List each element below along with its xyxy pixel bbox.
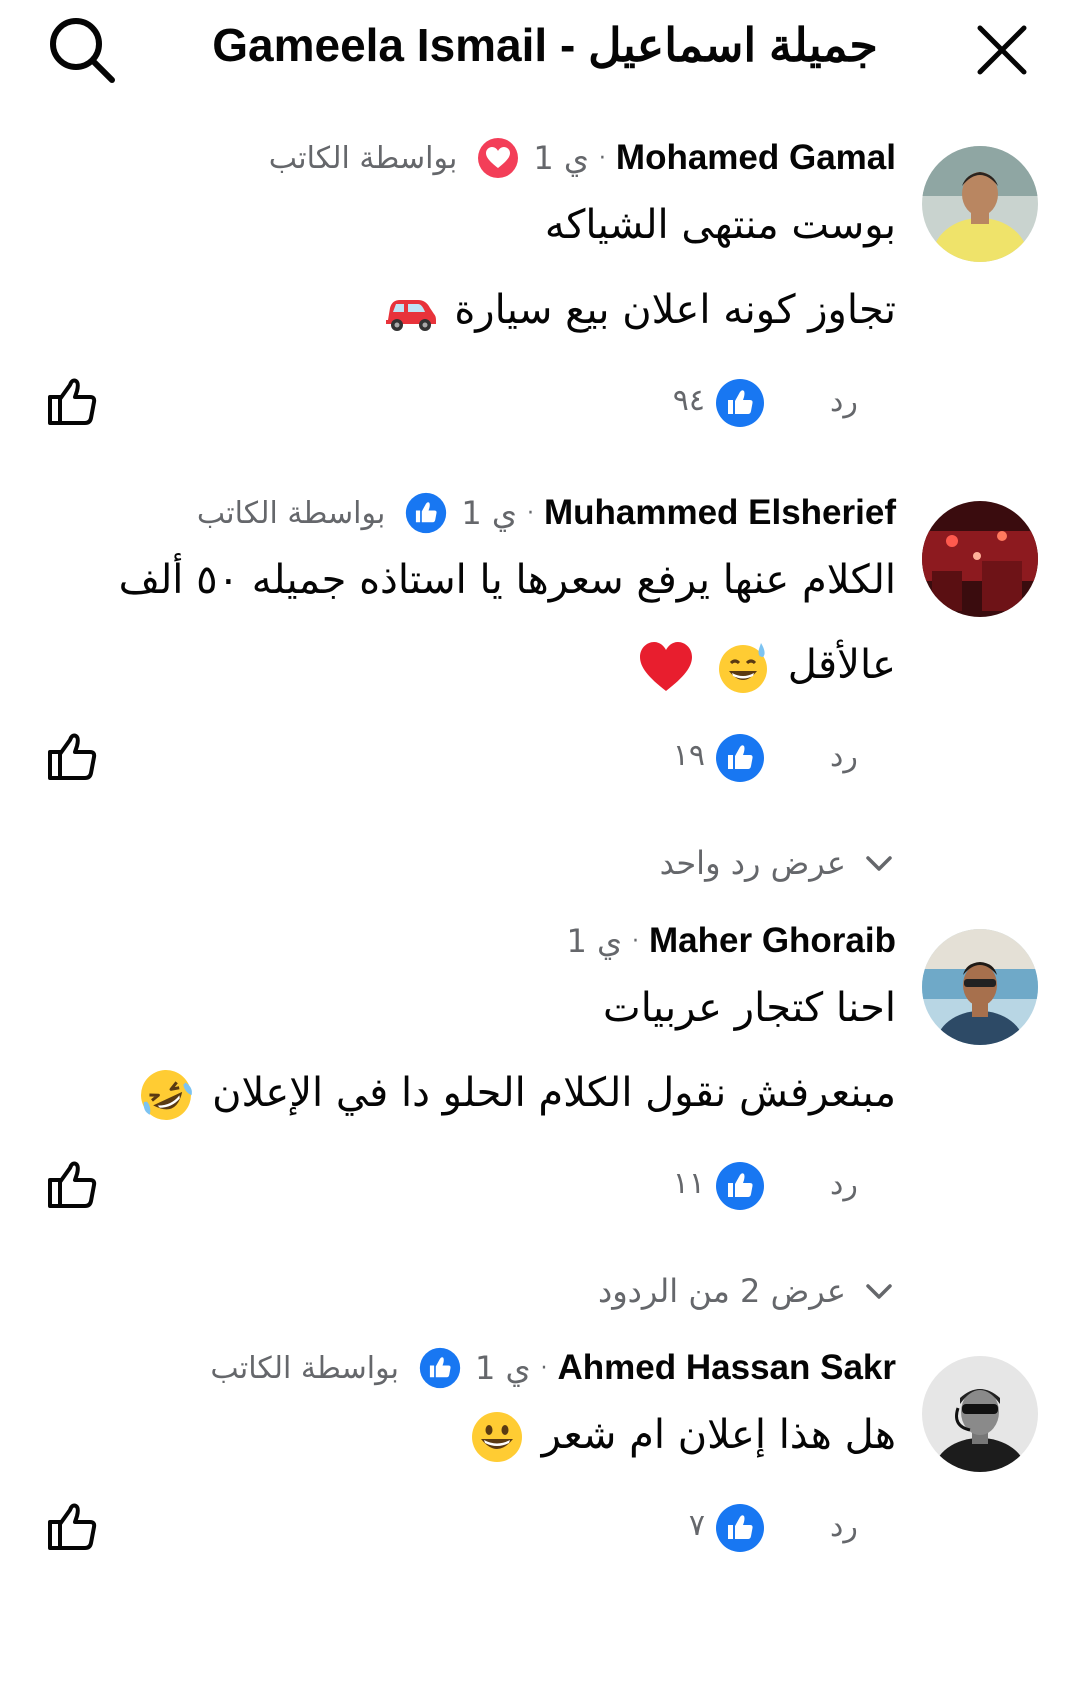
view-replies-button[interactable]: عرض 2 من الردود	[598, 1263, 896, 1319]
separator-dot: ·	[632, 928, 640, 954]
comment-actions: ١٩ رد	[0, 725, 1078, 795]
thumbs-up-icon[interactable]	[46, 730, 98, 782]
comment-actions: ٧ رد	[0, 1495, 1078, 1565]
comment-text: احنا كتجار عربيات	[603, 985, 896, 1031]
reply-button[interactable]: رد	[830, 739, 858, 774]
view-replies-label: عرض 2 من الردود	[597, 1272, 846, 1310]
avatar[interactable]	[922, 1356, 1038, 1472]
header-bar: Gameela Ismail - جميلة اسماعيل	[0, 0, 1078, 100]
comment-meta: Maher Ghoraib · 1 ي	[566, 913, 896, 969]
avatar[interactable]	[922, 146, 1038, 262]
comment-text: بوست منتهى الشياكه	[544, 202, 896, 248]
like-count[interactable]: ٧	[689, 1503, 705, 1549]
reply-button[interactable]: رد	[830, 1509, 858, 1544]
thumbs-up-icon[interactable]	[46, 1158, 98, 1210]
like-reaction-icon	[716, 1162, 764, 1210]
comment-text: تجاوز كونه اعلان بيع سيارة	[454, 287, 896, 333]
comment-text-line: الكلام عنها يرفع سعرها يا استاذه جميله ٥…	[119, 545, 896, 615]
view-replies-label: عرض رد واحد	[659, 844, 846, 882]
close-icon[interactable]	[970, 18, 1034, 82]
separator-dot: ·	[598, 145, 606, 171]
comment-actions: ٩٤ رد	[0, 370, 1078, 440]
heart-reaction-icon	[478, 138, 519, 178]
comment-meta: Mohamed Gamal · 1 ي بواسطة الكاتب	[269, 130, 896, 186]
comment-text: عالأقل	[787, 642, 896, 688]
avatar[interactable]	[922, 501, 1038, 617]
separator-dot: ·	[526, 500, 534, 526]
chevron-down-icon	[866, 1284, 892, 1299]
like-reaction-icon	[419, 1347, 461, 1389]
comment-text-line: تجاوز كونه اعلان بيع سيارة	[378, 275, 896, 345]
comment-author[interactable]: Muhammed Elsherief	[544, 493, 896, 533]
comment-time[interactable]: 1 ي	[533, 139, 589, 177]
car-emoji	[385, 300, 436, 331]
comment-text-line: بوست منتهى الشياكه	[545, 190, 896, 260]
author-reacted-label: بواسطة الكاتب	[210, 1350, 399, 1386]
page-title: Gameela Ismail - جميلة اسماعيل	[212, 19, 878, 71]
comment-text-line: عالأقل	[634, 630, 896, 700]
comment-text-line: مبنعرفش نقول الكلام الحلو دا في الإعلان	[133, 1058, 896, 1128]
like-count[interactable]: ١٩	[673, 733, 705, 779]
avatar[interactable]	[922, 929, 1038, 1045]
search-icon[interactable]	[46, 14, 118, 86]
comment-actions: ١١ رد	[0, 1153, 1078, 1223]
chevron-down-icon	[866, 856, 892, 871]
sweat-smile-emoji	[719, 643, 767, 693]
like-reaction-icon	[716, 734, 764, 782]
comment-time[interactable]: 1 ي	[461, 494, 517, 532]
view-replies-button[interactable]: عرض رد واحد	[660, 835, 896, 891]
comment-author[interactable]: Ahmed Hassan Sakr	[558, 1348, 896, 1388]
like-reaction-icon	[716, 379, 764, 427]
comment-text-line: هل هذا إعلان ام شعر	[465, 1400, 896, 1470]
thumbs-up-icon[interactable]	[46, 1500, 98, 1552]
comment-text-line: احنا كتجار عربيات	[603, 973, 896, 1043]
like-reaction-icon	[716, 1504, 764, 1552]
like-reaction-icon	[406, 492, 447, 534]
red-heart-emoji	[640, 642, 693, 691]
author-reacted-label: بواسطة الكاتب	[196, 495, 386, 531]
thumbs-up-icon[interactable]	[46, 375, 98, 427]
comment-meta: Ahmed Hassan Sakr · 1 ي بواسطة الكاتب	[210, 1340, 896, 1396]
reply-button[interactable]: رد	[830, 384, 858, 419]
comment-text: مبنعرفش نقول الكلام الحلو دا في الإعلان	[212, 1070, 896, 1116]
comment-time[interactable]: 1 ي	[566, 922, 622, 960]
comment-author[interactable]: Mohamed Gamal	[616, 138, 896, 178]
reply-button[interactable]: رد	[830, 1167, 858, 1202]
comment-author[interactable]: Maher Ghoraib	[649, 921, 896, 961]
comment-text: هل هذا إعلان ام شعر	[541, 1412, 896, 1458]
like-count[interactable]: ٩٤	[673, 378, 705, 424]
grinning-emoji	[471, 1412, 522, 1462]
comment-meta: Muhammed Elsherief · 1 ي بواسطة الكاتب	[197, 485, 896, 541]
rofl-emoji	[141, 1070, 193, 1120]
author-reacted-label: بواسطة الكاتب	[268, 140, 458, 176]
comment-time[interactable]: 1 ي	[475, 1349, 531, 1387]
like-count[interactable]: ١١	[673, 1161, 705, 1207]
comment-text: الكلام عنها يرفع سعرها يا استاذه جميله ٥…	[118, 557, 896, 603]
separator-dot: ·	[540, 1355, 548, 1381]
